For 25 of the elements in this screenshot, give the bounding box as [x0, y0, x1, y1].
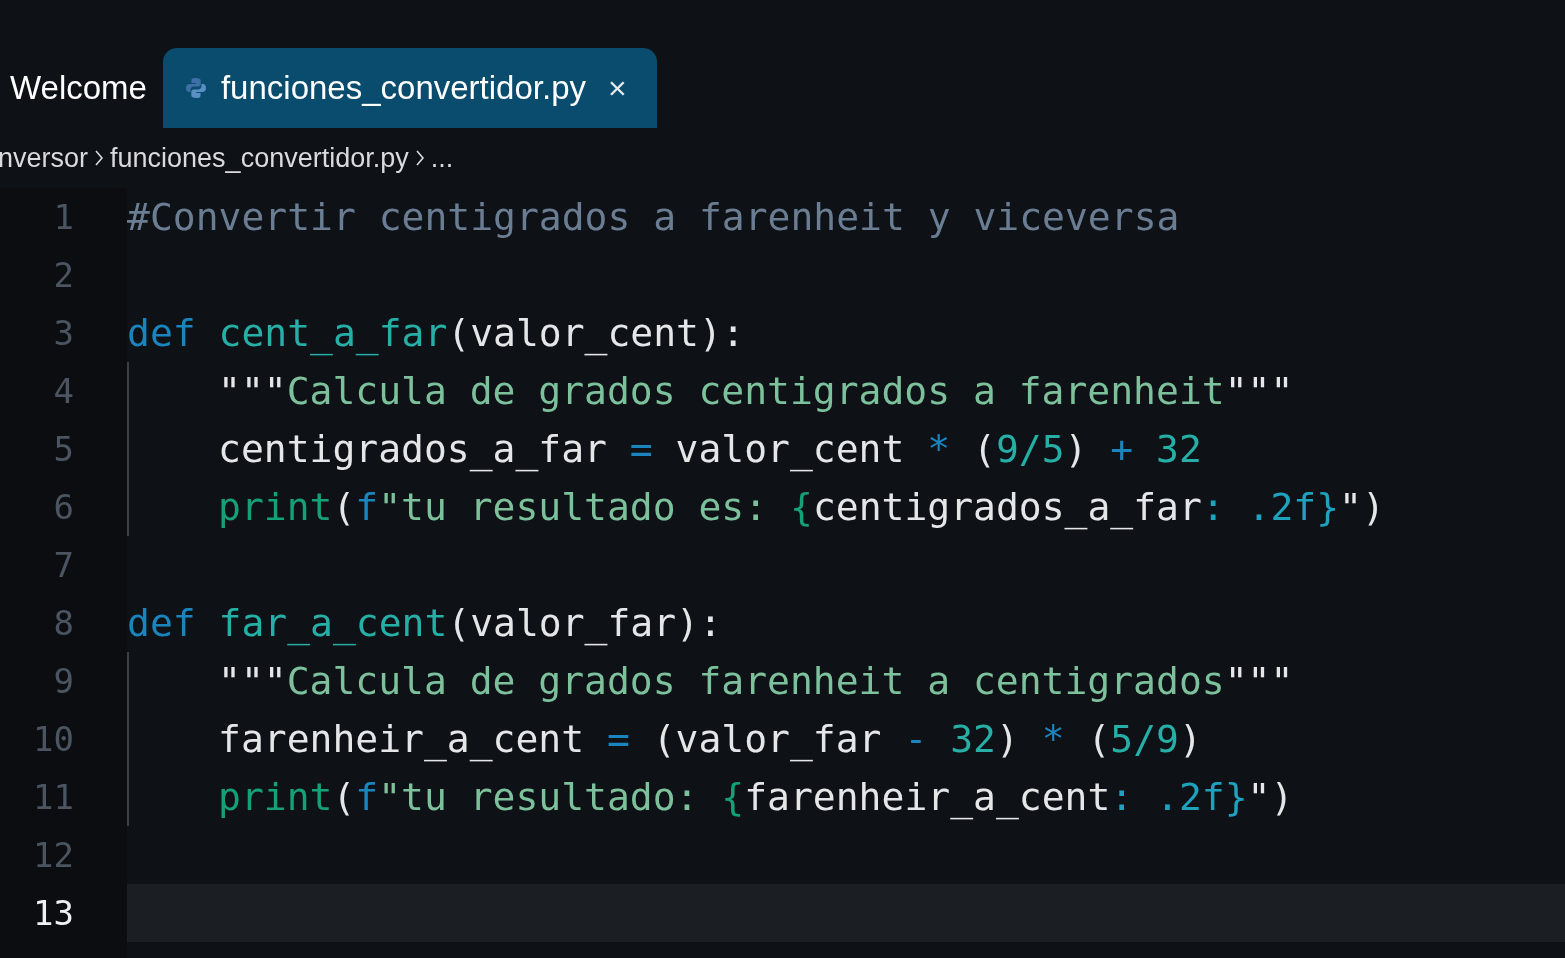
line-number: 1 — [53, 195, 74, 239]
line-number: 3 — [53, 311, 74, 355]
editor-tab[interactable]: funciones_convertidor.py × — [162, 48, 657, 128]
line-number: 4 — [53, 369, 74, 413]
chevron-right-icon — [414, 149, 425, 167]
close-icon[interactable]: × — [608, 64, 627, 112]
code-line: #Convertir centigrados a farenheit y viceversa — [127, 198, 1180, 236]
python-icon — [184, 77, 207, 99]
editor-tab[interactable]: Welcome — [0, 48, 163, 128]
line-number: 7 — [53, 543, 74, 587]
line-number: 11 — [33, 775, 74, 819]
line-number: 13 — [33, 891, 74, 935]
line-number: 2 — [53, 253, 74, 297]
line-number: 9 — [53, 659, 74, 703]
breadcrumb-item[interactable]: ... — [430, 137, 454, 179]
line-number: 8 — [53, 601, 74, 645]
line-number: 5 — [53, 427, 74, 471]
line-number: 6 — [53, 485, 74, 529]
breadcrumb-item[interactable]: nversor — [0, 137, 89, 179]
code-line: """Calcula de grados farenheit a centigrados""" — [218, 662, 1294, 700]
line-number: 10 — [33, 717, 74, 761]
line-number: 12 — [33, 833, 74, 877]
chevron-right-icon — [94, 149, 105, 167]
breadcrumb-item[interactable]: funciones_convertidor.py — [110, 137, 409, 179]
code-line: """Calcula de grados centigrados a farenheit""" — [218, 372, 1294, 410]
